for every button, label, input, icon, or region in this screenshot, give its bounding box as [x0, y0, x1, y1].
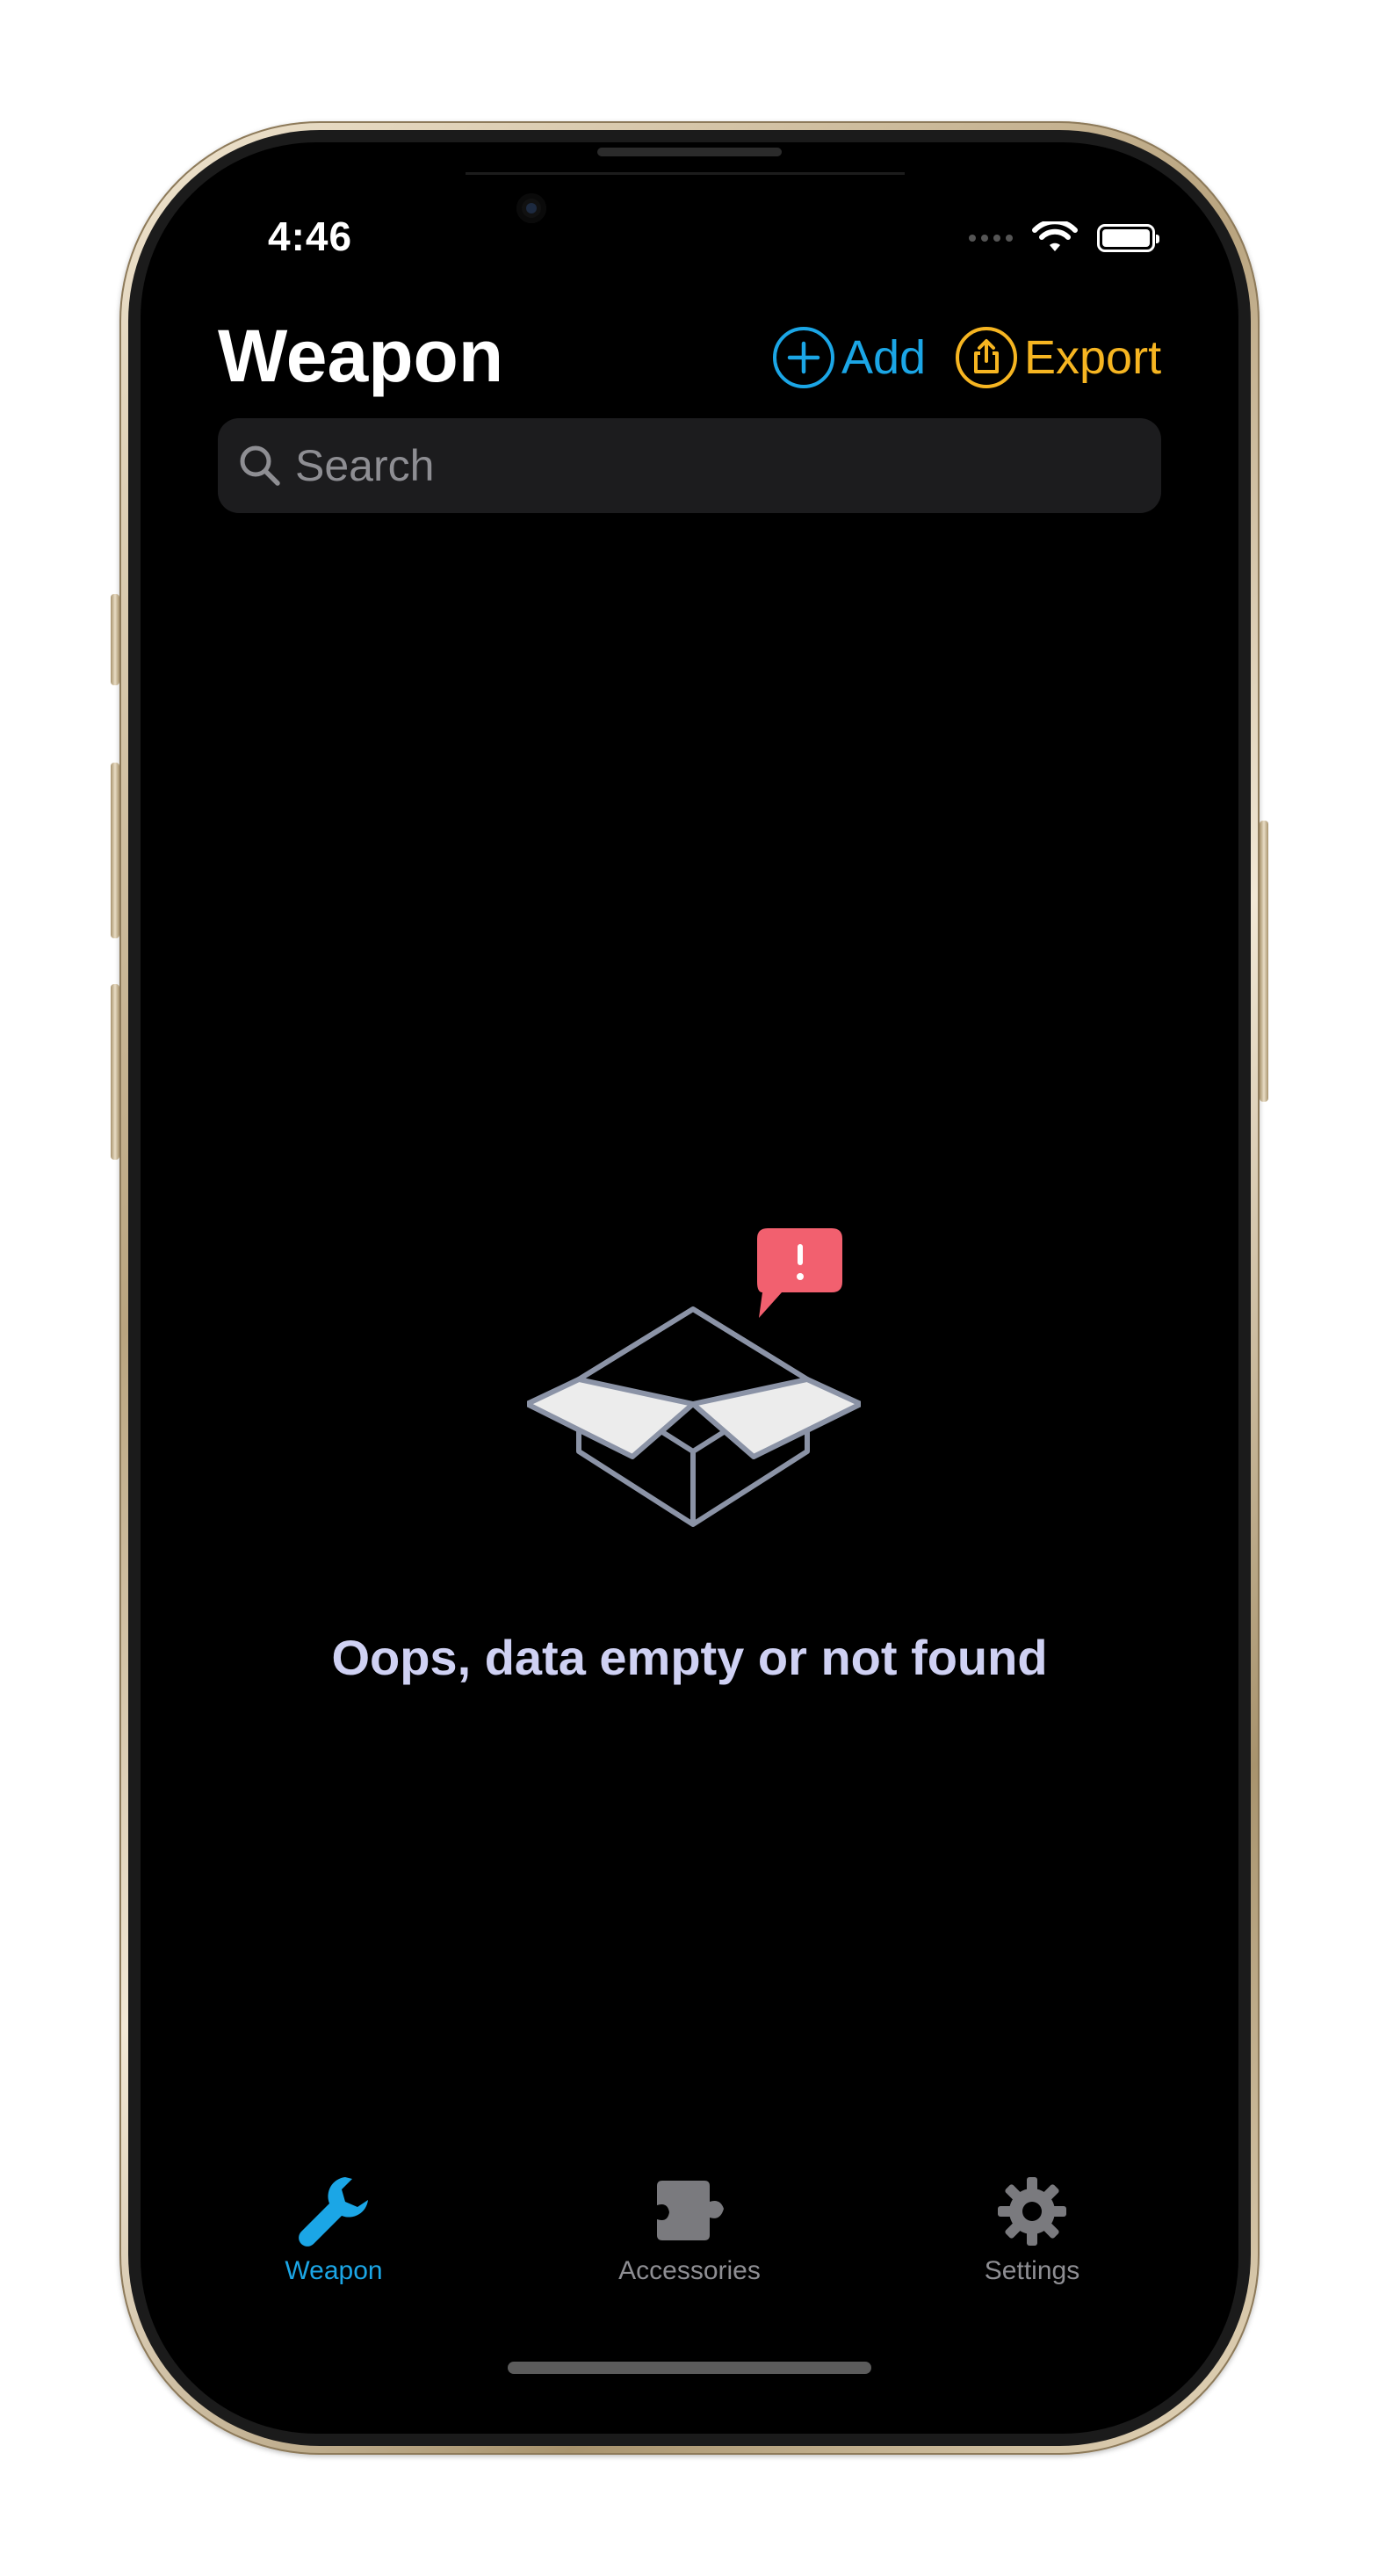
status-time: 4:46 — [268, 213, 353, 259]
wifi-icon — [1032, 221, 1078, 251]
plus-circle-icon — [773, 327, 834, 388]
side-button-silent — [111, 594, 119, 685]
tab-bar: Weapon Accessories Settings — [141, 2172, 1238, 2304]
front-camera — [516, 193, 546, 223]
share-icon — [956, 327, 1017, 388]
status-icons — [969, 221, 1159, 255]
alert-badge-icon — [757, 1228, 842, 1318]
page-title: Weapon — [218, 315, 504, 397]
tab-accessories[interactable]: Accessories — [567, 2172, 812, 2286]
puzzle-piece-icon — [650, 2172, 729, 2251]
tab-settings-label: Settings — [984, 2256, 1080, 2285]
side-button-volume-down — [111, 984, 119, 1160]
add-button[interactable]: Add — [773, 327, 926, 388]
earpiece — [597, 148, 782, 156]
add-button-label: Add — [841, 331, 927, 384]
empty-box-icon — [527, 1228, 861, 1527]
side-button-power — [1260, 821, 1268, 1102]
top-sensor-line — [466, 172, 905, 175]
cellular-signal-icon — [969, 235, 1013, 242]
export-button[interactable]: Export — [956, 327, 1161, 388]
home-indicator — [508, 2362, 871, 2374]
gear-icon — [993, 2172, 1072, 2251]
wrench-icon — [294, 2172, 373, 2251]
search-bar[interactable] — [218, 418, 1161, 513]
tab-weapon-label: Weapon — [285, 2256, 383, 2285]
empty-state-message: Oops, data empty or not found — [331, 1630, 1048, 1685]
app-screen: 4:46 Weapon Add Export Search Oops, data… — [141, 142, 1238, 2434]
tab-accessories-label: Accessories — [618, 2256, 761, 2285]
side-button-volume-up — [111, 763, 119, 938]
export-button-label: Export — [1024, 331, 1162, 384]
search-icon — [237, 443, 283, 488]
battery-icon — [1097, 224, 1159, 252]
tab-weapon[interactable]: Weapon — [211, 2172, 457, 2286]
tab-settings[interactable]: Settings — [909, 2172, 1155, 2286]
search-input[interactable] — [293, 439, 1161, 492]
